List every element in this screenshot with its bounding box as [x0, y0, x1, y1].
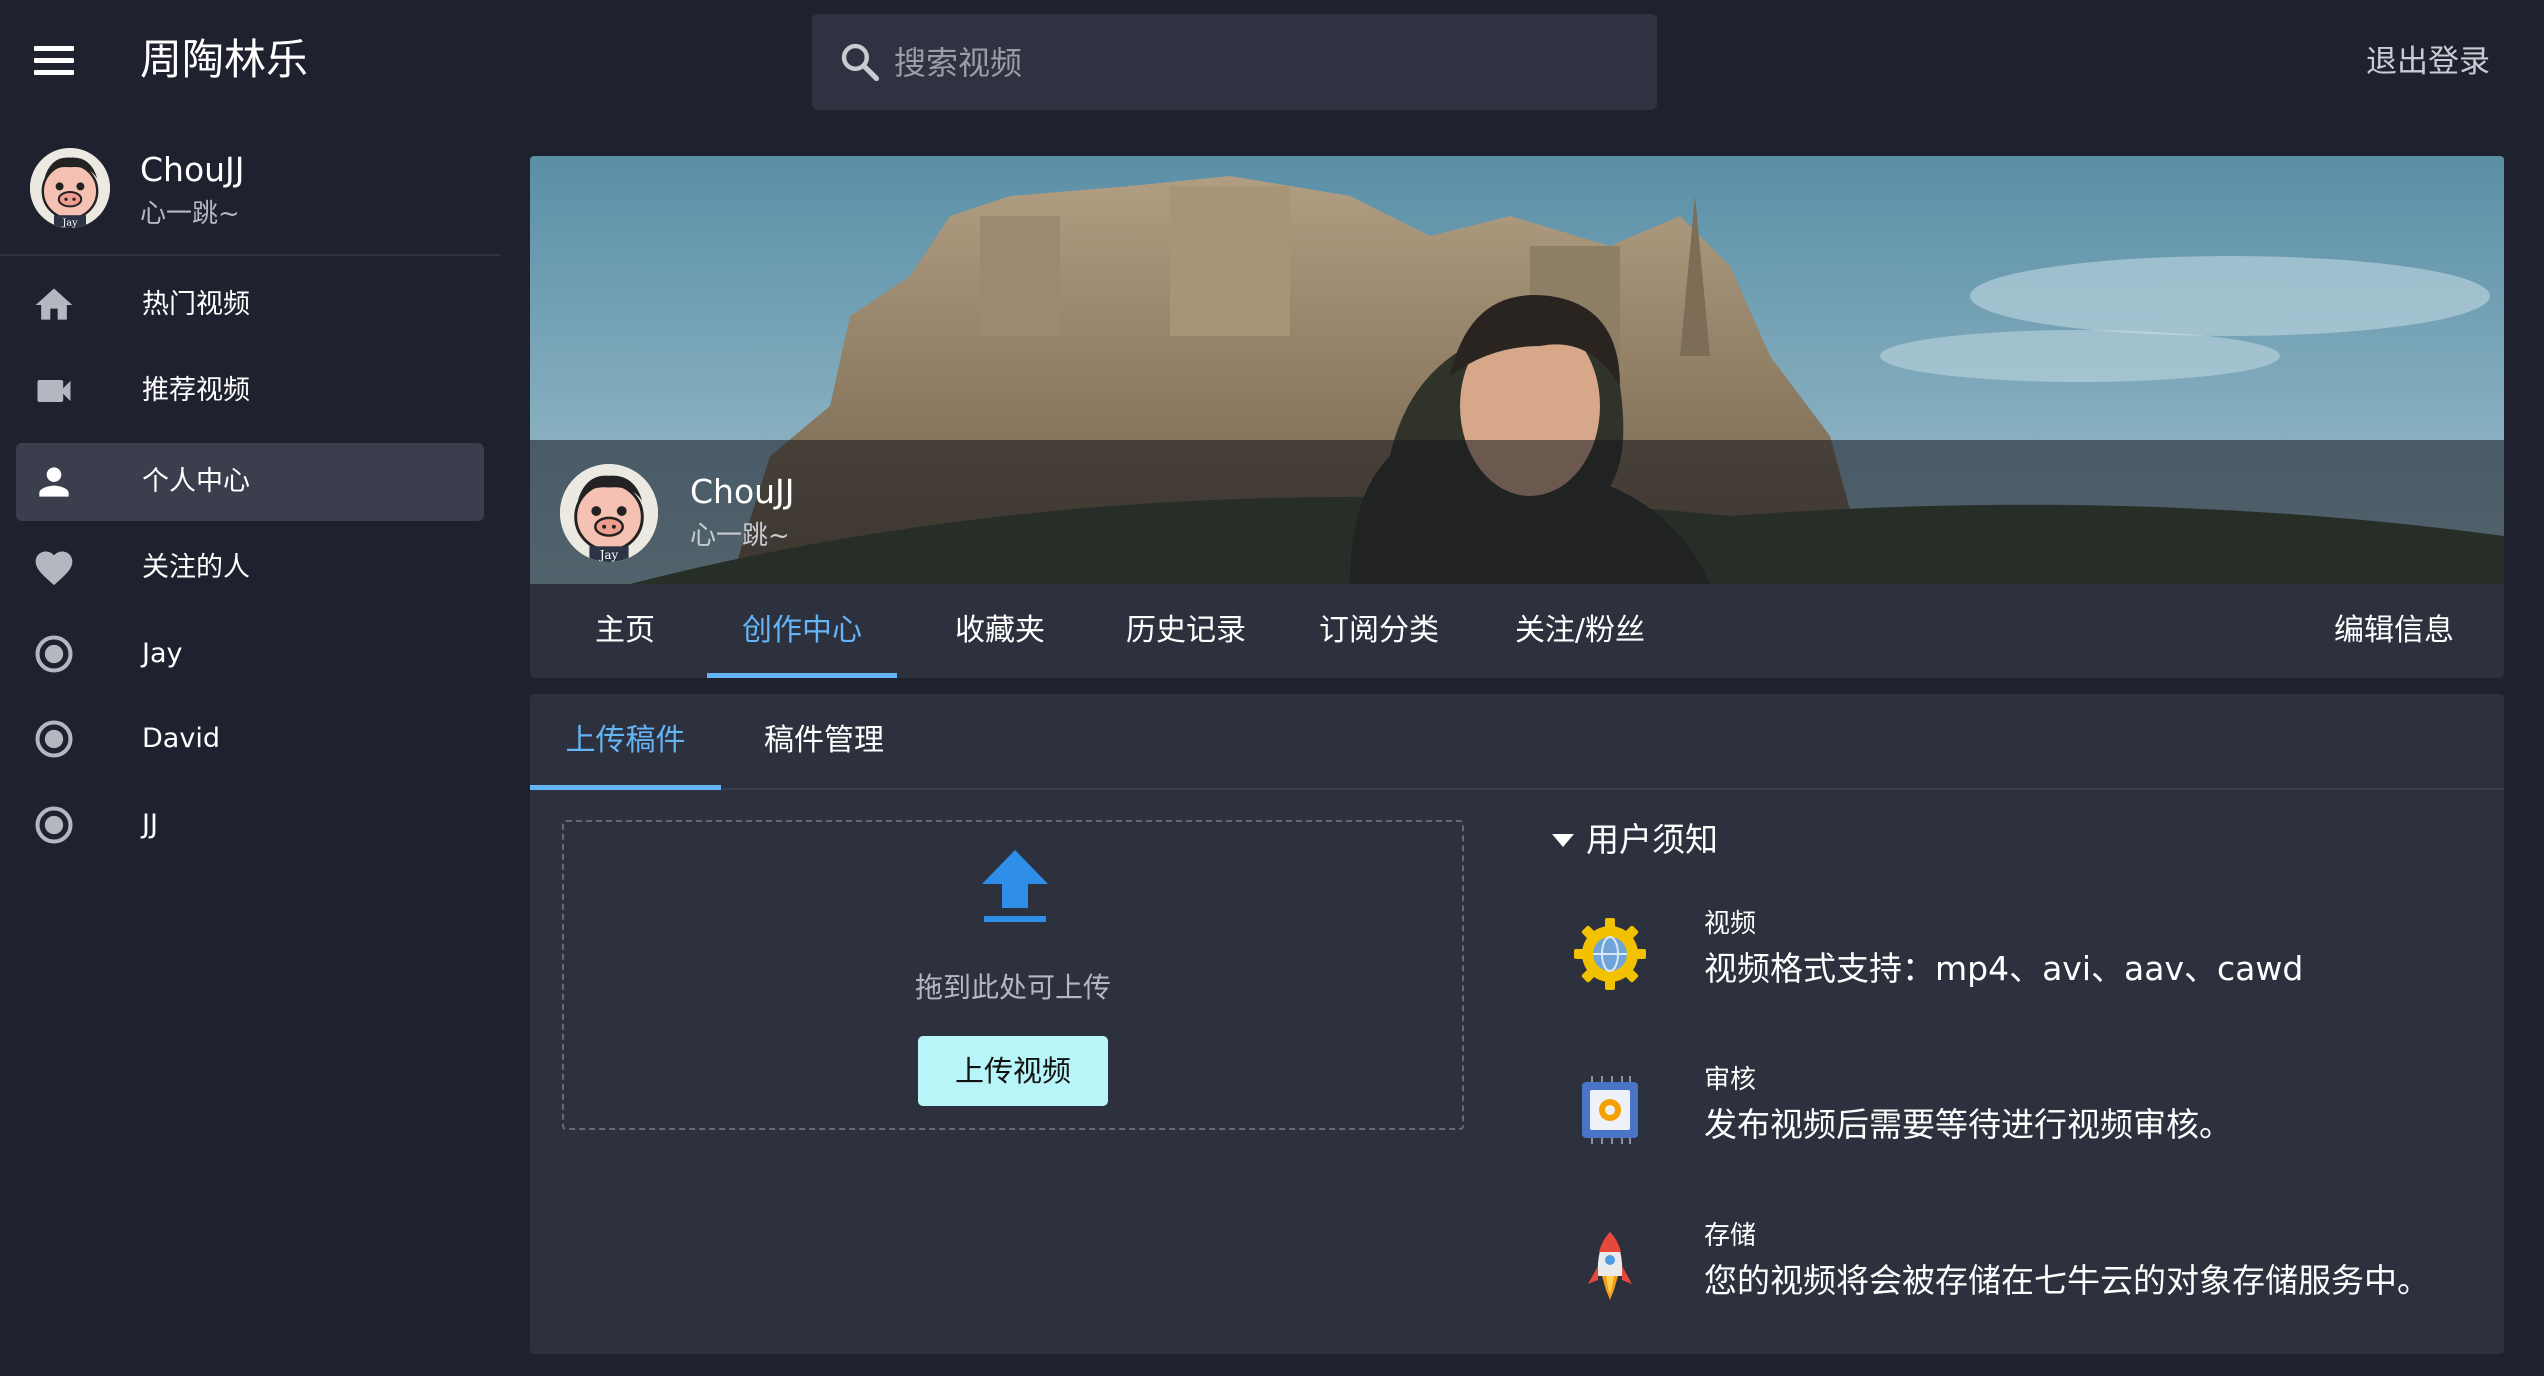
radio-icon	[35, 635, 73, 673]
sidebar-item-jj[interactable]: JJ	[16, 786, 484, 864]
user-name: ChouJJ	[140, 150, 245, 189]
profile-name: ChouJJ	[690, 472, 795, 511]
upload-dropzone[interactable]: 拖到此处可上传 上传视频	[562, 820, 1464, 1130]
search-icon	[841, 43, 880, 82]
profile-signature: 心一跳~	[690, 521, 790, 551]
tab-upload-manuscript[interactable]: 上传稿件	[530, 694, 721, 790]
logout-button[interactable]: 退出登录	[2366, 40, 2490, 84]
rocket-icon	[1588, 1232, 1632, 1300]
sidebar-item-label: 个人中心	[142, 466, 250, 497]
banner-overlay	[530, 440, 2504, 584]
upload-arrow-icon	[982, 850, 1048, 922]
sidebar-item-hot-videos[interactable]: 热门视频	[16, 266, 484, 344]
top-bar: 周陶林乐 退出登录	[0, 0, 2544, 124]
svg-text:Jay: Jay	[599, 548, 619, 562]
sidebar-item-jay[interactable]: Jay	[16, 615, 484, 693]
profile-tabs: 主页 创作中心 收藏夹 历史记录 订阅分类 关注/粉丝 编辑信息	[530, 584, 2504, 678]
creation-subtabs: 上传稿件 稿件管理	[530, 694, 2504, 790]
tab-history[interactable]: 历史记录	[1096, 584, 1276, 678]
sidebar-item-label: 热门视频	[142, 289, 250, 320]
radio-icon	[35, 720, 73, 758]
notice-item-title: 审核	[1704, 1065, 1757, 1095]
notice-item-desc: 视频格式支持：mp4、avi、aav、cawd	[1704, 949, 2304, 988]
home-icon	[35, 288, 73, 320]
radio-icon	[35, 806, 73, 844]
upload-video-button[interactable]: 上传视频	[918, 1036, 1108, 1106]
sidebar-item-label: JJ	[142, 809, 158, 840]
user-signature: 心一跳~	[140, 199, 240, 229]
sidebar-item-david[interactable]: David	[16, 700, 484, 778]
sidebar-item-personal-center[interactable]: 个人中心	[16, 443, 484, 521]
notice-item-video: 视频 视频格式支持：mp4、avi、aav、cawd	[1570, 906, 2470, 1006]
notice-item-title: 视频	[1704, 909, 1757, 939]
notice-item-storage: 存储 您的视频将会被存储在七牛云的对象存储服务中。	[1570, 1218, 2470, 1318]
tab-subscriptions[interactable]: 订阅分类	[1288, 584, 1470, 678]
sidebar: Jay ChouJJ 心一跳~ 热门视频 推荐视频 个人中心 关注的人 Jay …	[0, 124, 500, 1376]
caret-down-icon	[1552, 834, 1574, 847]
edit-info-button[interactable]: 编辑信息	[2334, 584, 2454, 678]
tab-favorites[interactable]: 收藏夹	[915, 584, 1085, 678]
sidebar-item-following[interactable]: 关注的人	[16, 529, 484, 607]
avatar: Jay	[30, 148, 110, 228]
search-box[interactable]	[812, 14, 1657, 110]
svg-text:Jay: Jay	[62, 218, 79, 228]
tab-creation-center[interactable]: 创作中心	[707, 584, 897, 678]
drop-hint: 拖到此处可上传	[914, 971, 1111, 1004]
sidebar-item-label: 关注的人	[142, 552, 250, 583]
tab-follow-fans[interactable]: 关注/粉丝	[1480, 584, 1680, 678]
chip-gear-icon	[1582, 1076, 1638, 1144]
sidebar-item-label: David	[142, 723, 220, 754]
profile-card: Jay ChouJJ 心一跳~ 主页 创作中心 收藏夹 历史记录 订阅分类 关注…	[530, 156, 2504, 678]
hamburger-menu-icon[interactable]	[34, 46, 76, 76]
heart-icon	[35, 551, 73, 586]
search-input[interactable]	[892, 32, 1636, 94]
notice-item-desc: 发布视频后需要等待进行视频审核。	[1704, 1105, 2232, 1144]
notice-item-review: 审核 发布视频后需要等待进行视频审核。	[1570, 1062, 2470, 1162]
app-title: 周陶林乐	[140, 35, 309, 84]
sidebar-item-label: Jay	[142, 638, 183, 669]
sidebar-item-label: 推荐视频	[142, 375, 250, 406]
notice-item-title: 存储	[1704, 1221, 1757, 1251]
gear-globe-icon	[1574, 918, 1646, 990]
notice-item-desc: 您的视频将会被存储在七牛云的对象存储服务中。	[1704, 1261, 2430, 1300]
sidebar-user[interactable]: Jay ChouJJ 心一跳~	[0, 124, 500, 256]
sidebar-item-recommended-videos[interactable]: 推荐视频	[16, 352, 484, 430]
person-icon	[39, 467, 69, 497]
notice-title: 用户须知	[1586, 820, 1718, 859]
creation-panel: 上传稿件 稿件管理 拖到此处可上传 上传视频 用户须知 视频 视频格式支持：mp…	[530, 694, 2504, 1354]
video-camera-icon	[37, 380, 71, 402]
tab-manuscript-management[interactable]: 稿件管理	[734, 694, 914, 788]
tab-home[interactable]: 主页	[560, 584, 690, 678]
profile-avatar: Jay	[560, 464, 658, 562]
